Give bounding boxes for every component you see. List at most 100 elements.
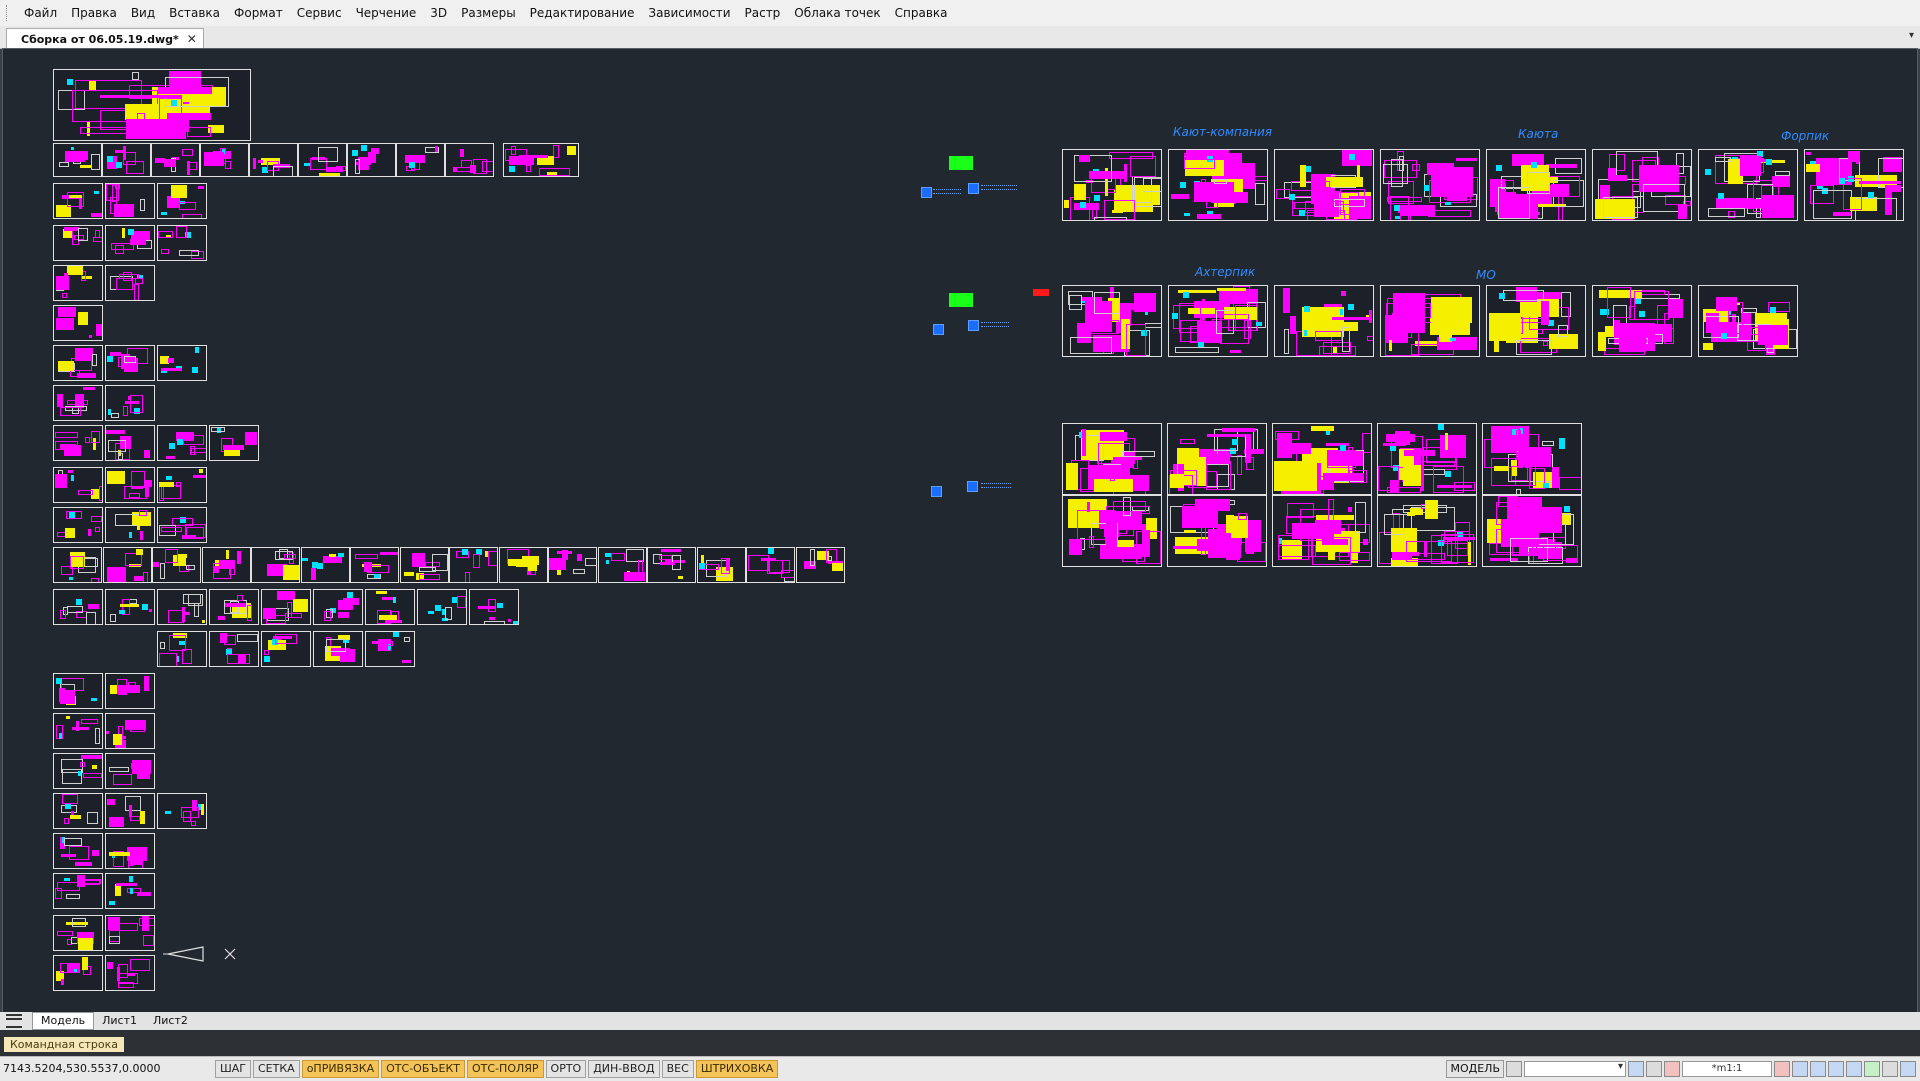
menu-grip bbox=[6, 5, 13, 21]
drawing-sheet bbox=[53, 589, 103, 625]
drawing-sheet bbox=[1486, 285, 1586, 357]
close-tab-icon[interactable]: ✕ bbox=[187, 32, 197, 46]
drawing-sheet bbox=[300, 547, 350, 583]
drawing-sheet bbox=[53, 793, 103, 829]
drawing-sheet bbox=[1274, 285, 1374, 357]
drawing-sheet bbox=[249, 143, 298, 177]
menu-item[interactable]: Вставка bbox=[162, 0, 227, 26]
drawing-sheet bbox=[53, 673, 103, 709]
status-toggle[interactable]: ОТС-ОБЪЕКТ bbox=[381, 1060, 466, 1078]
drawing-sheet bbox=[157, 631, 207, 667]
drawing-sheet bbox=[365, 589, 415, 625]
model-space-button[interactable]: МОДЕЛЬ bbox=[1446, 1060, 1504, 1078]
status-toggle[interactable]: СЕТКА bbox=[253, 1060, 300, 1078]
menu-item[interactable]: Сервис bbox=[290, 0, 349, 26]
drawing-sheet bbox=[53, 753, 103, 789]
drawing-sheet bbox=[313, 589, 363, 625]
bulb-icon[interactable] bbox=[1646, 1061, 1662, 1077]
drawing-sheet bbox=[209, 425, 259, 461]
block-marker bbox=[968, 320, 979, 331]
menu-item[interactable]: Формат bbox=[227, 0, 290, 26]
drawing-sheet bbox=[105, 955, 155, 991]
menu-item[interactable]: Размеры bbox=[454, 0, 523, 26]
drawing-sheet bbox=[1377, 423, 1477, 495]
drawing-sheet bbox=[53, 915, 103, 951]
drawing-sheet bbox=[1274, 149, 1374, 221]
drawing-sheet bbox=[1592, 285, 1692, 357]
status-toggle[interactable]: ОРТО bbox=[545, 1060, 587, 1078]
pencil-icon[interactable] bbox=[1774, 1061, 1790, 1077]
drawing-sheet bbox=[157, 345, 207, 381]
tab-sheet1[interactable]: Лист1 bbox=[94, 1013, 145, 1029]
drawing-sheet bbox=[350, 547, 399, 583]
drawing-sheet bbox=[102, 547, 152, 583]
drawing-sheet bbox=[548, 547, 597, 583]
tab-model[interactable]: Модель bbox=[32, 1012, 95, 1030]
menu-item[interactable]: Справка bbox=[888, 0, 955, 26]
status-toggle[interactable]: ШТРИХОВКА bbox=[695, 1060, 779, 1078]
drawing-sheet bbox=[209, 631, 259, 667]
menu-item[interactable]: 3D bbox=[423, 0, 454, 26]
drawing-sheet bbox=[1698, 285, 1798, 357]
command-line-area[interactable]: Командная строка bbox=[0, 1030, 1920, 1056]
menu-item[interactable]: Вид bbox=[124, 0, 162, 26]
block-marker bbox=[933, 189, 961, 194]
annotation-dropdown[interactable] bbox=[1524, 1061, 1626, 1077]
ucs-icon bbox=[163, 946, 236, 962]
drawing-sheet bbox=[261, 589, 311, 625]
menu-item[interactable]: Правка bbox=[64, 0, 124, 26]
zoom-extents-icon[interactable] bbox=[1810, 1061, 1826, 1077]
layout-menu-icon[interactable] bbox=[6, 1014, 22, 1028]
block-marker bbox=[967, 481, 978, 492]
drawing-sheet bbox=[53, 225, 103, 261]
status-toggle[interactable]: ШАГ bbox=[215, 1060, 251, 1078]
drawing-sheet bbox=[157, 467, 207, 503]
viewport-icon[interactable] bbox=[1506, 1061, 1522, 1077]
drawing-sheet bbox=[597, 547, 647, 583]
no-entry-icon[interactable] bbox=[1664, 1061, 1680, 1077]
zoom-icon[interactable] bbox=[1792, 1061, 1808, 1077]
document-tab[interactable]: Сборка от 06.05.19.dwg* ✕ bbox=[6, 28, 204, 49]
drawing-sheet bbox=[1482, 423, 1582, 495]
annotation-scale[interactable]: *m1:1 bbox=[1682, 1061, 1772, 1077]
fullscreen-icon[interactable] bbox=[1900, 1061, 1916, 1077]
drawing-sheet bbox=[105, 793, 155, 829]
drawing-sheet bbox=[201, 547, 251, 583]
group-label-afterpeak: Ахтерпик bbox=[1195, 265, 1256, 279]
menu-item[interactable]: Облака точек bbox=[787, 0, 887, 26]
drawing-sheet bbox=[102, 143, 151, 177]
drawing-sheet bbox=[105, 467, 155, 503]
drawing-viewport[interactable]: Кают-компания Каюта Форпик Ахтерпик МО bbox=[2, 48, 1918, 1014]
red-arrow-marker bbox=[1033, 289, 1049, 296]
drawing-sheet bbox=[53, 385, 103, 421]
cursor-icon[interactable] bbox=[1628, 1061, 1644, 1077]
tab-sheet2[interactable]: Лист2 bbox=[145, 1013, 196, 1029]
status-toggle[interactable]: ДИН-ВВОД bbox=[588, 1060, 660, 1078]
status-toggle[interactable]: ОТС-ПОЛЯР bbox=[467, 1060, 544, 1078]
menu-item[interactable]: Редактирование bbox=[523, 0, 642, 26]
drawing-sheet bbox=[53, 467, 103, 503]
block-marker bbox=[981, 322, 1009, 327]
menu-item[interactable]: Черчение bbox=[349, 0, 424, 26]
drawing-sheet bbox=[746, 547, 795, 583]
refresh-icon[interactable] bbox=[1864, 1061, 1880, 1077]
tab-list-dropdown-icon[interactable]: ▾ bbox=[1909, 30, 1914, 41]
orbit-icon[interactable] bbox=[1846, 1061, 1862, 1077]
drawing-sheet bbox=[105, 873, 155, 909]
drawing-sheet bbox=[105, 265, 155, 301]
block-marker bbox=[949, 293, 973, 307]
menu-item[interactable]: Зависимости bbox=[641, 0, 737, 26]
status-toggle[interactable]: оПРИВЯЗКА bbox=[301, 1060, 380, 1078]
cursor-coordinates: 7143.5204,530.5537,0.0000 bbox=[3, 1062, 161, 1075]
status-toggle[interactable]: ВЕС bbox=[661, 1060, 694, 1078]
zoom-window-icon[interactable] bbox=[1828, 1061, 1844, 1077]
lock-icon[interactable] bbox=[1882, 1061, 1898, 1077]
drawing-sheet bbox=[365, 631, 415, 667]
menu-item[interactable]: Файл bbox=[17, 0, 64, 26]
drawing-sheet bbox=[399, 547, 449, 583]
drawing-sheet bbox=[1592, 149, 1692, 221]
menu-item[interactable]: Растр bbox=[738, 0, 788, 26]
drawing-sheet bbox=[105, 225, 155, 261]
drawing-sheet bbox=[347, 143, 396, 177]
drawing-sheet bbox=[200, 143, 249, 177]
